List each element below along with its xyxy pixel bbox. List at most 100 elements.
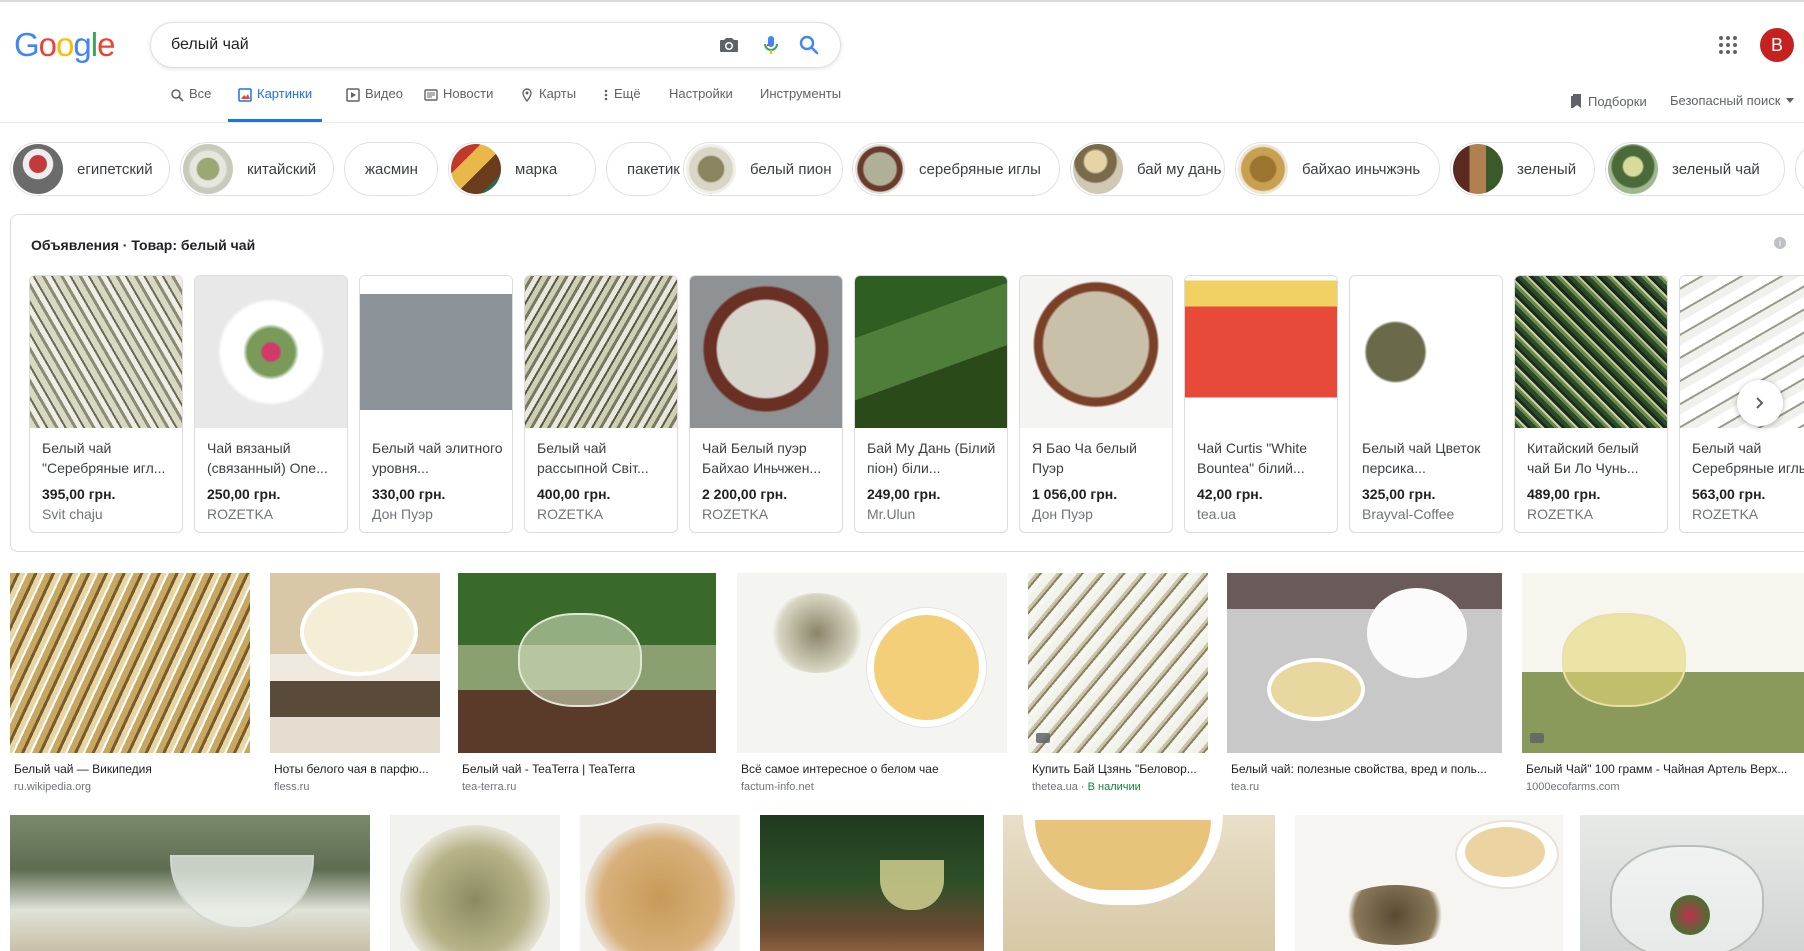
chip-6[interactable]: белый пион	[683, 142, 843, 196]
image-result-source: fless.ru	[274, 781, 309, 793]
image-result[interactable]	[1028, 573, 1208, 753]
tab-news[interactable]: Новости	[424, 86, 493, 122]
product-price: 489,00 грн.	[1527, 486, 1601, 502]
image-result[interactable]	[390, 815, 560, 951]
product-card[interactable]: Белый чай рассыпной Світ... 400,00 грн. RO…	[524, 275, 678, 533]
product-image	[855, 276, 1007, 428]
carousel-next-button[interactable]	[1737, 380, 1783, 426]
tab-video[interactable]: Видео	[346, 86, 403, 122]
image-result-title[interactable]: Купить Бай Цзянь "Беловор...	[1032, 762, 1208, 776]
image-result-source: tea.ru	[1231, 781, 1259, 793]
product-card[interactable]: Китайский белый чай Би Ло Чунь... 489,00 …	[1514, 275, 1668, 533]
product-card[interactable]: Чай Curtis "White Bountea" білий... 42,00…	[1184, 275, 1338, 533]
product-price: 2 200,00 грн.	[702, 486, 788, 502]
image-result-source: factum-info.net	[741, 781, 814, 793]
logo-letter: G	[14, 26, 40, 63]
search-input[interactable]	[171, 23, 691, 67]
product-card[interactable]: Белый чай элитного уровня... 330,00 грн. Д…	[359, 275, 513, 533]
tab-more[interactable]: Ещё	[603, 86, 641, 122]
product-card[interactable]: Чай Белый пуэр Байхао Иньчжен... 2 200,00…	[689, 275, 843, 533]
chip-8[interactable]: бай му дань	[1070, 142, 1225, 196]
image-result[interactable]	[1227, 573, 1502, 753]
image-result[interactable]	[10, 573, 250, 753]
tab-images[interactable]: Картинки	[227, 86, 323, 122]
chip-label: бай му дань	[1137, 160, 1222, 178]
image-result-title[interactable]: Белый чай — Википедия	[14, 762, 250, 776]
product-card[interactable]: Белый чай "Серебряные игл... 395,00 грн. S…	[29, 275, 183, 533]
product-shop: ROZETKA	[702, 506, 769, 522]
image-result-title[interactable]: Белый чай - TeaTerra | TeaTerra	[462, 762, 716, 776]
tab-label: Видео	[365, 86, 403, 101]
chip-5[interactable]: пакетик	[606, 142, 680, 196]
chevron-right-icon	[1756, 397, 1764, 409]
chip-10[interactable]: зеленый	[1450, 142, 1595, 196]
image-result[interactable]	[737, 573, 1007, 753]
product-name: Белый чай "Серебряные игл...	[42, 440, 166, 476]
chip-thumbnail	[1453, 144, 1503, 194]
search-icon[interactable]	[797, 33, 821, 57]
image-result[interactable]	[1295, 815, 1563, 951]
chip-1[interactable]: египетский	[10, 142, 170, 196]
image-result[interactable]	[580, 815, 740, 951]
chip-11[interactable]: зеленый чай	[1605, 142, 1785, 196]
product-card[interactable]: Белый чай Цветок персика... 325,00 грн. Br…	[1349, 275, 1503, 533]
image-result[interactable]	[760, 815, 984, 951]
teapot-shape	[518, 613, 642, 707]
microphone-icon[interactable]	[759, 33, 783, 57]
tab-all[interactable]: Все	[170, 86, 211, 122]
image-result[interactable]	[458, 573, 716, 753]
safe-search-toggle[interactable]: Безопасный поиск	[1670, 93, 1795, 108]
news-icon	[424, 89, 438, 101]
collections-label: Подборки	[1588, 94, 1647, 109]
image-result-title[interactable]: Белый чай: полезные свойства, вред и пол…	[1231, 762, 1502, 776]
google-logo[interactable]: Google	[14, 26, 115, 64]
product-name: Белый чай элитного уровня...	[372, 440, 503, 476]
collections-link[interactable]: Подборки	[1570, 93, 1647, 109]
chip-9[interactable]: байхао иньчжэнь	[1235, 142, 1440, 196]
image-result-title[interactable]: Всё самое интересное о белом чае	[741, 762, 1007, 776]
image-result-title[interactable]: Ноты белого чая в парфю...	[274, 762, 440, 776]
tab-maps[interactable]: Карты	[520, 86, 576, 122]
product-image	[360, 276, 512, 428]
chip-label: белый пион	[750, 160, 832, 178]
info-icon[interactable]: i	[1774, 237, 1786, 249]
chip-3[interactable]: жасмин	[344, 142, 438, 196]
chip-overflow[interactable]	[1795, 142, 1804, 196]
image-result[interactable]	[270, 573, 440, 753]
image-result[interactable]	[10, 815, 370, 951]
product-shop: ROZETKA	[537, 506, 604, 522]
product-price: 249,00 грн.	[867, 486, 941, 502]
source-domain: thetea.ua	[1032, 781, 1078, 793]
chevron-down-icon	[1786, 98, 1795, 103]
product-price: 395,00 грн.	[42, 486, 116, 502]
image-result-title[interactable]: Белый Чай" 100 грамм - Чайная Артель Вер…	[1526, 762, 1804, 776]
tab-tools[interactable]: Инструменты	[760, 86, 841, 122]
product-price: 330,00 грн.	[372, 486, 446, 502]
apps-grid-icon[interactable]	[1716, 33, 1740, 57]
image-result[interactable]	[1522, 573, 1804, 753]
image-result-source: 1000ecofarms.com	[1526, 781, 1620, 793]
availability-label: · В наличии	[1077, 781, 1141, 793]
product-price: 400,00 грн.	[537, 486, 611, 502]
tab-label: Инструменты	[760, 86, 842, 101]
product-card[interactable]: Чай вязаный (связанный) One... 250,00 грн…	[194, 275, 348, 533]
chip-thumbnail	[183, 144, 233, 194]
product-card[interactable]: Бай Му Дань (Білий піон) біли... 249,00 г…	[854, 275, 1008, 533]
chip-thumbnail	[686, 144, 736, 194]
user-avatar[interactable]: B	[1760, 28, 1794, 62]
tab-settings[interactable]: Настройки	[669, 86, 733, 122]
chip-7[interactable]: серебряные иглы	[852, 142, 1060, 196]
chip-thumbnail	[1073, 144, 1123, 194]
ads-prefix: Объявления	[31, 237, 119, 253]
chip-4[interactable]: марка	[448, 142, 596, 196]
image-result[interactable]	[1003, 815, 1275, 951]
search-box[interactable]	[150, 22, 841, 68]
camera-icon[interactable]	[717, 33, 741, 57]
product-shop: Brayval-Coffee	[1362, 506, 1455, 522]
chip-2[interactable]: китайский	[180, 142, 334, 196]
teapot-shape	[1367, 588, 1467, 678]
image-result[interactable]	[1580, 815, 1804, 951]
product-card[interactable]: Я Бао Ча белый Пуэр 1 056,00 грн. Дон Пуэр	[1019, 275, 1173, 533]
source-domain: factum-info.net	[741, 781, 814, 793]
tab-label: Картинки	[257, 86, 313, 101]
